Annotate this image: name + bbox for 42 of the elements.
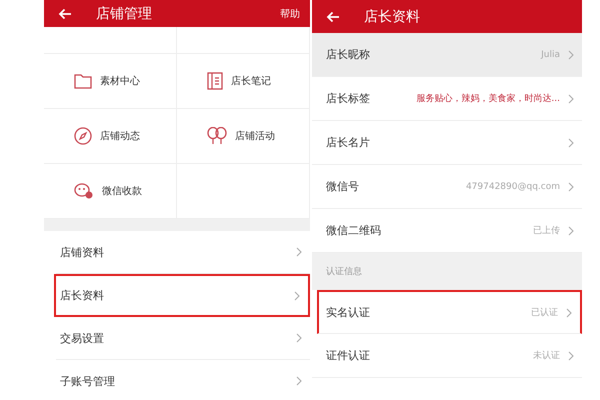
chevron-right-icon [568, 94, 574, 104]
grid-item[interactable]: 店铺活动 [177, 109, 310, 164]
chevron-right-icon [296, 333, 302, 343]
help-link[interactable]: 帮助 [280, 6, 300, 20]
chevron-right-icon [568, 182, 574, 192]
verification-row[interactable]: 实名认证 已认证 [317, 290, 582, 334]
grid-item[interactable]: 店长笔记 [177, 54, 310, 109]
menu-row[interactable]: 店铺资料 [56, 231, 310, 274]
menu-row[interactable]: 店长资料 [54, 274, 310, 317]
page-title: 店长资料 [364, 8, 421, 26]
row-value: Julia [541, 50, 560, 60]
back-arrow-icon[interactable] [58, 8, 72, 20]
chevron-right-icon [296, 247, 302, 257]
profile-row[interactable]: 微信号 479742890@qq.com [312, 165, 582, 209]
page-title: 店铺管理 [96, 4, 153, 22]
chevron-right-icon [568, 226, 574, 236]
balloons-icon [207, 127, 227, 145]
profile-row[interactable]: 店长名片 [312, 121, 582, 165]
row-value: 已认证 [531, 306, 558, 319]
compass-icon [74, 127, 92, 145]
chevron-right-icon [296, 376, 302, 386]
chevron-right-icon [568, 350, 574, 360]
notebook-icon [207, 72, 223, 90]
row-value: 服务贴心，辣妈，美食家，时尚达... [416, 92, 560, 105]
chevron-right-icon [568, 50, 574, 60]
row-value: 479742890@qq.com [466, 182, 560, 192]
row-value: 未认证 [533, 350, 560, 362]
row-value: 已上传 [533, 224, 560, 237]
back-arrow-icon[interactable] [326, 10, 340, 22]
menu-row[interactable]: 交易设置 [56, 317, 310, 360]
grid-item[interactable]: 素材中心 [44, 54, 177, 109]
chat-bubbles-icon [74, 182, 94, 200]
chevron-right-icon [568, 138, 574, 148]
folder-icon [74, 73, 92, 89]
profile-row[interactable]: 店长昵称 Julia [312, 33, 582, 77]
menu-row[interactable]: 子账号管理 [56, 360, 310, 400]
verification-row[interactable]: 证件认证 未认证 [312, 334, 582, 378]
profile-row[interactable]: 店长标签 服务贴心，辣妈，美食家，时尚达... [312, 77, 582, 121]
chevron-right-icon [294, 290, 300, 300]
section-header: 认证信息 [312, 253, 582, 290]
grid-item[interactable]: 店铺动态 [44, 109, 177, 164]
chevron-right-icon [566, 308, 572, 318]
